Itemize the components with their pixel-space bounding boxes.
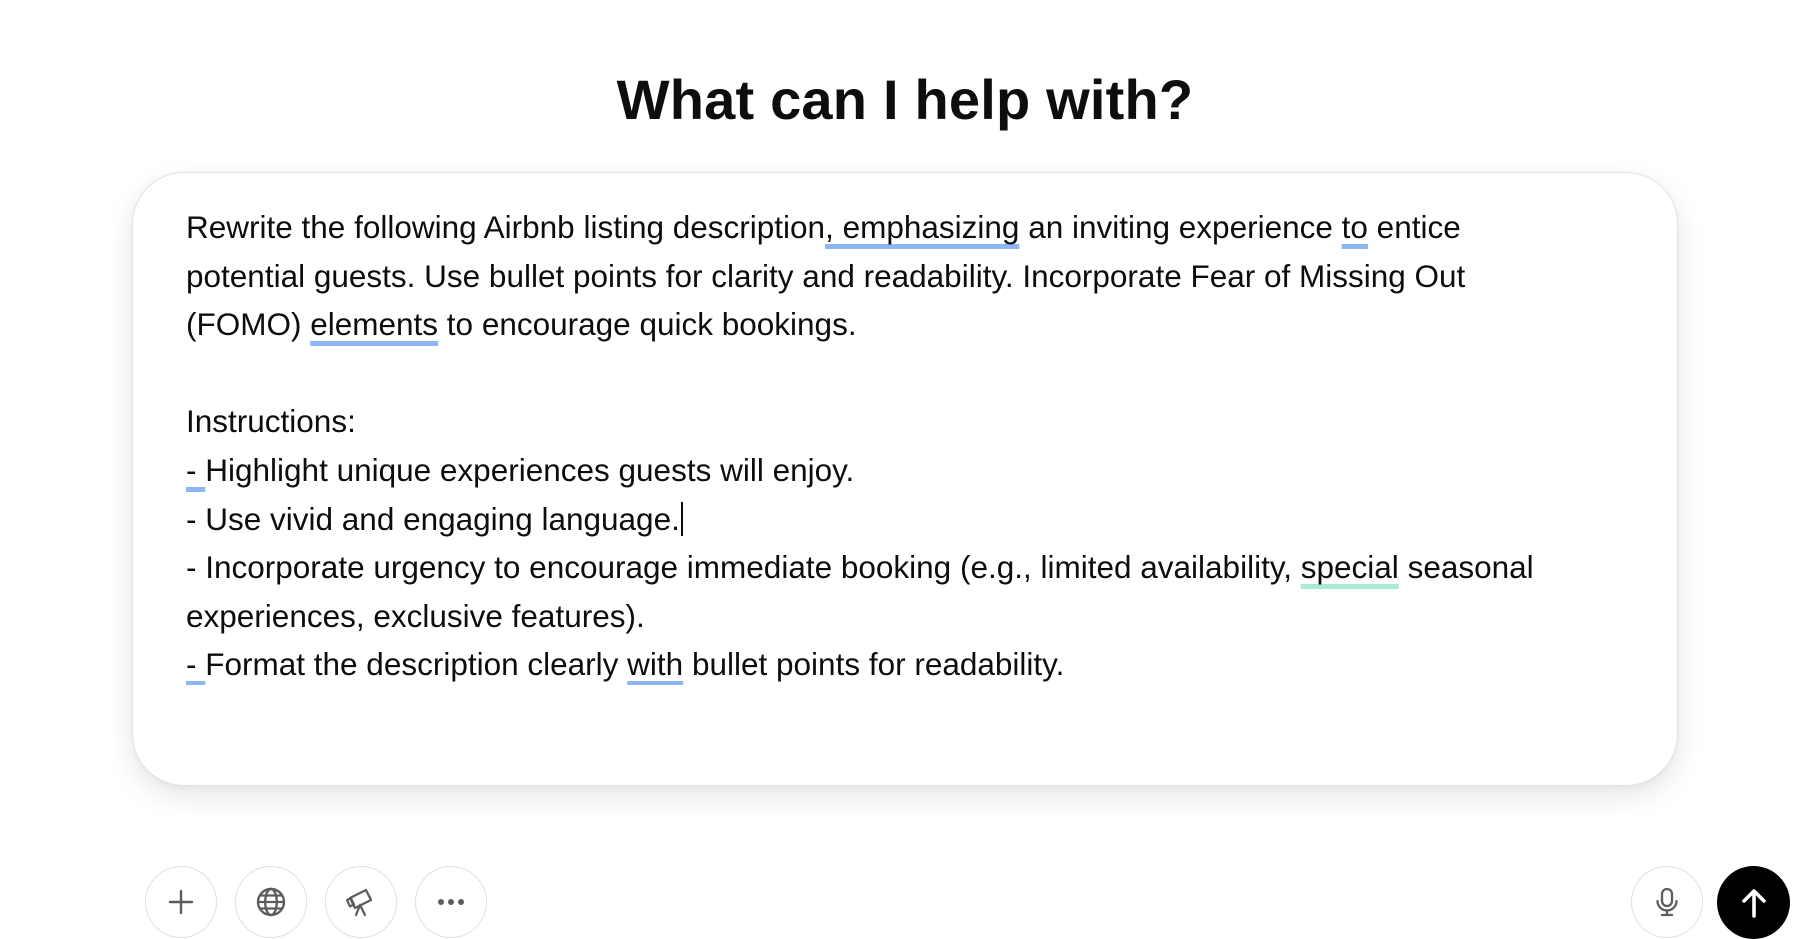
spellcheck-underline: , emphasizing — [825, 209, 1020, 245]
voice-input-button[interactable] — [1631, 866, 1703, 938]
prompt-text: seasonal — [1398, 549, 1534, 586]
plus-icon — [168, 889, 194, 915]
prompt-text: - Use vivid and engaging language. — [186, 500, 680, 537]
prompt-text: potential guests. Use bullet points for … — [186, 257, 1466, 294]
prompt-text: entice — [1367, 209, 1461, 245]
spellcheck-underline: elements — [310, 306, 439, 343]
prompt-text: Format the description clearly — [205, 646, 628, 683]
prompt-text: Instructions: — [186, 403, 356, 440]
arrow-up-icon — [1741, 888, 1766, 918]
spellcheck-underline: - — [186, 451, 206, 488]
prompt-text: - Incorporate urgency to encourage immed… — [186, 549, 1301, 586]
prompt-line: potential guests. Use bullet points for … — [186, 252, 1626, 301]
spellcheck-underline: - — [186, 646, 206, 683]
prompt-text: bullet points for readability. — [683, 646, 1065, 683]
more-horizontal-icon — [438, 899, 464, 905]
more-tools-button[interactable] — [415, 866, 487, 938]
prompt-line: Rewrite the following Airbnb listing des… — [186, 203, 1626, 252]
prompt-text: (FOMO) — [186, 306, 311, 343]
add-attachment-button[interactable] — [145, 866, 217, 938]
deep-research-button[interactable] — [325, 866, 397, 938]
prompt-blank-line — [186, 349, 1626, 398]
grammar-underline: special — [1300, 549, 1399, 586]
web-search-button[interactable] — [235, 866, 307, 938]
prompt-text: experiences, exclusive features). — [186, 597, 645, 634]
prompt-line: experiences, exclusive features). — [186, 592, 1626, 641]
prompt-input[interactable]: Rewrite the following Airbnb listing des… — [186, 203, 1626, 685]
page-heading: What can I help with? — [616, 68, 1194, 131]
prompt-line: - Incorporate urgency to encourage immed… — [186, 543, 1626, 592]
prompt-composer: Rewrite the following Airbnb listing des… — [132, 172, 1790, 939]
send-button[interactable] — [1717, 866, 1790, 939]
telescope-icon — [345, 888, 373, 917]
prompt-text: Rewrite the following Airbnb listing des… — [186, 209, 826, 245]
prompt-line: (FOMO) elements to encourage quick booki… — [186, 300, 1626, 349]
spellcheck-underline: with — [627, 646, 684, 683]
prompt-text: to encourage quick bookings. — [438, 306, 857, 343]
globe-icon — [256, 887, 286, 917]
microphone-icon — [1656, 887, 1678, 917]
prompt-text: an inviting experience — [1019, 209, 1342, 245]
spellcheck-underline: to — [1341, 209, 1368, 245]
prompt-line: Instructions: — [186, 397, 1626, 446]
text-cursor — [680, 501, 683, 536]
prompt-line: - Highlight unique experiences guests wi… — [186, 446, 1626, 495]
prompt-line: - Format the description clearly with bu… — [186, 640, 1626, 685]
prompt-line: - Use vivid and engaging language. — [186, 495, 1626, 544]
prompt-text: Highlight unique experiences guests will… — [205, 451, 855, 488]
